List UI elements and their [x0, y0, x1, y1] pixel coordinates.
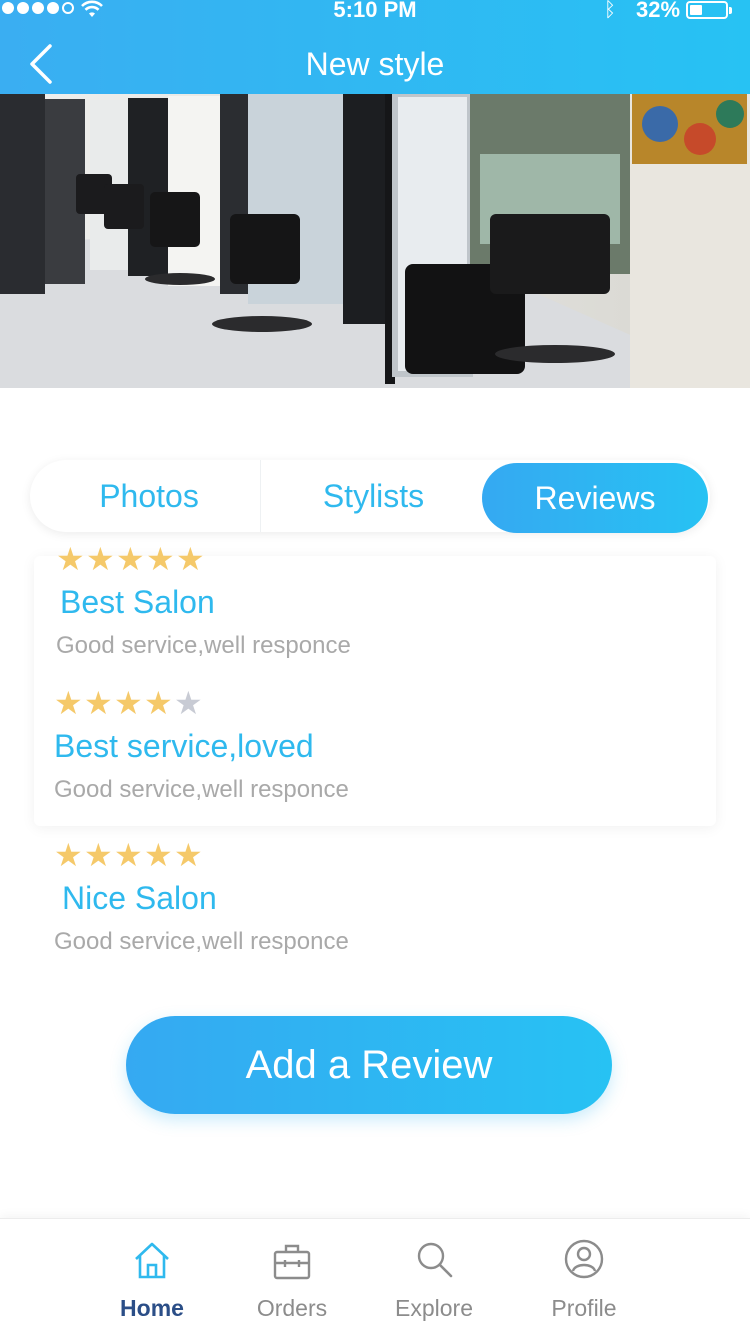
- segment-tabs: Photos Stylists Reviews: [30, 460, 710, 533]
- battery-icon: [686, 1, 732, 19]
- star-rating: ★ ★ ★ ★ ★: [56, 541, 696, 578]
- star-rating: ★ ★ ★ ★ ★: [54, 685, 694, 722]
- nav-profile-label: Profile: [551, 1295, 617, 1321]
- tab-reviews[interactable]: Reviews: [482, 463, 708, 533]
- tab-stylists[interactable]: Stylists: [260, 460, 486, 532]
- nav-explore[interactable]: Explore: [374, 1219, 494, 1334]
- briefcase-icon: [273, 1244, 311, 1280]
- page-title: New style: [305, 46, 445, 82]
- nav-orders[interactable]: Orders: [232, 1219, 352, 1334]
- bluetooth-icon: ᛒ: [604, 0, 616, 21]
- home-icon: [135, 1242, 169, 1279]
- nav-home[interactable]: Home: [92, 1219, 212, 1334]
- review-text: Good service,well responce: [54, 776, 349, 803]
- star-filled-icon: ★: [54, 685, 83, 721]
- user-icon: [564, 1239, 604, 1279]
- review-title: Best Salon: [60, 584, 215, 620]
- star-rating: ★ ★ ★ ★ ★: [54, 837, 694, 874]
- review-item: ★ ★ ★ ★ ★ Nice Salon Good service,well respo…: [54, 837, 694, 956]
- nav-orders-label: Orders: [256, 1295, 328, 1321]
- star-filled-icon: ★: [176, 541, 205, 577]
- star-filled-icon: ★: [116, 541, 145, 577]
- review-text: Good service,well responce: [54, 928, 349, 955]
- star-filled-icon: ★: [86, 541, 115, 577]
- review-title: Nice Salon: [62, 880, 217, 916]
- bottom-navigation: Home Orders Explore Profile: [0, 1218, 750, 1334]
- review-text: Good service,well responce: [56, 632, 351, 659]
- star-filled-icon: ★: [174, 837, 203, 873]
- nav-profile[interactable]: Profile: [524, 1219, 644, 1334]
- star-filled-icon: ★: [54, 837, 83, 873]
- battery-percentage: 32%: [636, 0, 681, 22]
- star-empty-icon: ★: [174, 685, 203, 721]
- star-filled-icon: ★: [56, 541, 85, 577]
- star-filled-icon: ★: [84, 685, 113, 721]
- review-item: ★ ★ ★ ★ ★ Best service,loved Good service,we…: [54, 685, 694, 804]
- add-review-button[interactable]: Add a Review: [126, 1016, 612, 1114]
- app-header: 5:10 PM ᛒ 32% New style: [0, 0, 750, 94]
- star-filled-icon: ★: [144, 837, 173, 873]
- star-filled-icon: ★: [114, 685, 143, 721]
- status-bar: 5:10 PM ᛒ 32%: [0, 0, 750, 24]
- star-filled-icon: ★: [84, 837, 113, 873]
- star-filled-icon: ★: [146, 541, 175, 577]
- tab-photos[interactable]: Photos: [44, 460, 254, 532]
- salon-hero-image: [0, 94, 750, 388]
- review-title: Best service,loved: [54, 728, 314, 764]
- search-icon: [417, 1242, 453, 1278]
- nav-home-label: Home: [120, 1295, 184, 1321]
- star-filled-icon: ★: [114, 837, 143, 873]
- review-item: ★ ★ ★ ★ ★ Best Salon Good service,well respo…: [56, 541, 696, 660]
- star-filled-icon: ★: [144, 685, 173, 721]
- nav-explore-label: Explore: [395, 1295, 473, 1321]
